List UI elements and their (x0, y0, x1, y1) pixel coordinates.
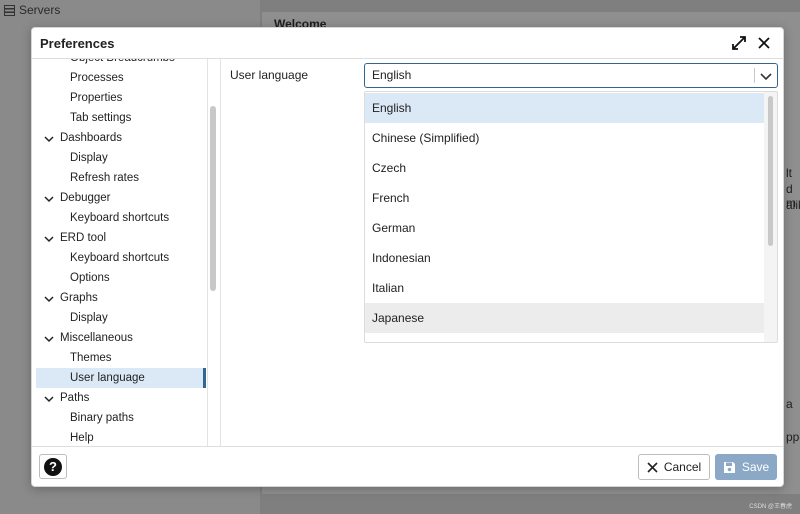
tree-group[interactable]: Debugger (36, 188, 206, 208)
servers-label: Servers (19, 3, 61, 17)
dropdown-option[interactable]: French (365, 183, 766, 213)
chevron-down-icon[interactable] (44, 234, 54, 244)
close-button[interactable] (755, 34, 773, 52)
language-dropdown[interactable]: English Chinese (Simplified) Czech Frenc… (364, 91, 778, 343)
help-button[interactable]: ? (39, 454, 67, 479)
background-text-fragment: lt (786, 166, 792, 180)
tree-group-label: Paths (60, 392, 90, 404)
dialog-footer: ? Cancel Save (32, 446, 783, 486)
tree-group[interactable]: Paths (36, 388, 206, 408)
chevron-down-icon[interactable] (44, 134, 54, 144)
tree-group[interactable]: Graphs (36, 288, 206, 308)
tree-item[interactable]: Keyboard shortcuts (36, 248, 206, 268)
background-text-fragment: alik (786, 198, 800, 212)
tree-item-user-language[interactable]: User language (36, 368, 206, 388)
maximize-button[interactable] (730, 34, 748, 52)
dropdown-option[interactable]: Italian (365, 273, 766, 303)
cancel-button[interactable]: Cancel (638, 454, 710, 480)
cancel-label: Cancel (663, 460, 702, 474)
tree-item[interactable]: Help (36, 428, 206, 446)
tree-group-label: Graphs (60, 292, 98, 304)
dialog-header[interactable]: Preferences (32, 28, 783, 59)
servers-node[interactable]: Servers (4, 3, 60, 17)
select-value: English (372, 68, 412, 82)
tree-item[interactable]: Options (36, 268, 206, 288)
tree-group-label: Miscellaneous (60, 332, 133, 344)
dropdown-option-english[interactable]: English (365, 93, 766, 123)
dropdown-scroll-track[interactable] (764, 92, 777, 342)
tree-item[interactable]: Refresh rates (36, 168, 206, 188)
tree-group-label: ERD tool (60, 232, 107, 244)
chevron-down-icon[interactable] (759, 69, 773, 83)
preferences-tree[interactable]: Object Breadcrumbs Processes Properties … (32, 59, 208, 446)
tree-item[interactable]: Display (36, 148, 206, 168)
dropdown-option[interactable]: Czech (365, 153, 766, 183)
tree-item[interactable]: Properties (36, 88, 206, 108)
close-icon (758, 37, 770, 49)
tree-item[interactable]: Display (36, 308, 206, 328)
tree-item[interactable]: Keyboard shortcuts (36, 208, 206, 228)
help-icon: ? (44, 457, 62, 476)
watermark: CSDN @王春虎 (749, 504, 792, 510)
dropdown-option[interactable]: German (365, 213, 766, 243)
server-icon (4, 4, 15, 16)
dropdown-option[interactable]: Chinese (Simplified) (365, 123, 766, 153)
panel-divider (220, 59, 221, 446)
dialog-title: Preferences (40, 35, 115, 51)
chevron-down-icon[interactable] (44, 334, 54, 344)
tree-group-label: Debugger (60, 192, 111, 204)
tree-item[interactable]: Themes (36, 348, 206, 368)
tree-group[interactable]: Miscellaneous (36, 328, 206, 348)
preferences-dialog: Preferences Object Breadcrumbs Processes… (31, 27, 784, 487)
background-text-fragment: ppo (786, 430, 800, 444)
background-text-fragment: a (786, 397, 793, 411)
tree-scrollbar[interactable] (210, 106, 216, 291)
tree-item[interactable]: Binary paths (36, 408, 206, 428)
tree-item[interactable]: Tab settings (36, 108, 206, 128)
tree-group[interactable]: Dashboards (36, 128, 206, 148)
tree-group[interactable]: ERD tool (36, 228, 206, 248)
save-label: Save (741, 460, 770, 474)
chevron-down-icon[interactable] (44, 294, 54, 304)
dropdown-option[interactable]: Indonesian (365, 243, 766, 273)
tree-group-label: Dashboards (60, 132, 123, 144)
dropdown-scroll-thumb[interactable] (768, 96, 773, 246)
save-button[interactable]: Save (715, 454, 777, 480)
tree-item[interactable]: Processes (36, 68, 206, 88)
tree-item[interactable]: Object Breadcrumbs (36, 59, 206, 68)
save-icon (723, 461, 735, 473)
dropdown-option-japanese[interactable]: Japanese (365, 303, 766, 333)
chevron-down-icon[interactable] (44, 194, 54, 204)
expand-icon (732, 36, 746, 50)
chevron-down-icon[interactable] (44, 394, 54, 404)
select-separator (754, 68, 755, 83)
close-icon (647, 461, 658, 473)
user-language-select[interactable]: English (364, 63, 778, 88)
user-language-label: User language (230, 68, 309, 82)
